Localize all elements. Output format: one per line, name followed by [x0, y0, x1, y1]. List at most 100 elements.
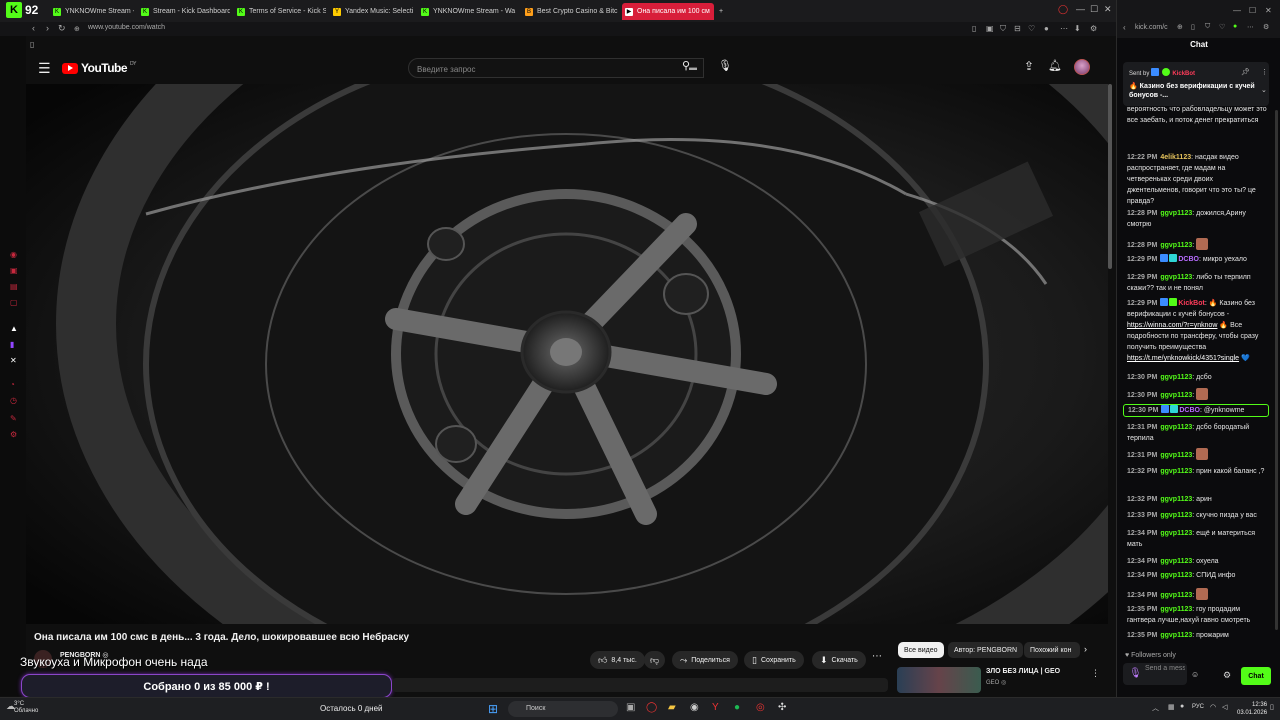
maximize-button[interactable]: ☐	[1090, 4, 1098, 15]
tray-app-icon[interactable]: ●	[1180, 703, 1184, 710]
chat-message[interactable]: 12:29 PM DCBO: микро уехало	[1127, 254, 1267, 265]
chat-message[interactable]: 12:34 PM ggvp1123:	[1127, 588, 1267, 601]
message-username[interactable]: ggvp1123	[1160, 468, 1192, 475]
browser-tab[interactable]: ▶ Она писала им 100 см	[622, 3, 714, 20]
pinned-message[interactable]: Sent by KickBot 📌︎ ⋮ 🔥 Казино без верифи…	[1123, 62, 1269, 106]
message-link[interactable]: https://winna.com/?r=ynknow	[1127, 322, 1217, 329]
message-username[interactable]: ggvp1123	[1160, 530, 1192, 537]
chat-message[interactable]: 12:32 PM ggvp1123: арин	[1127, 494, 1267, 505]
chat-message[interactable]: 12:34 PM ggvp1123: СПИД инфо	[1127, 570, 1267, 581]
message-username[interactable]: ggvp1123	[1160, 392, 1192, 399]
browser-tab[interactable]: B Best Crypto Casino & Bitc	[522, 3, 618, 20]
video-player[interactable]	[26, 84, 1108, 624]
forward-icon[interactable]: ›	[46, 23, 49, 33]
opera-icon[interactable]: ◯	[646, 702, 657, 713]
chat-message[interactable]: 12:29 PM KickBot: 🔥 Казино без верификаци…	[1127, 298, 1267, 364]
sidebar-radio-icon[interactable]: ◉	[10, 250, 17, 259]
sidebar-bag-icon[interactable]: ▣	[10, 266, 18, 275]
sidebar-chat-icon[interactable]: ▢	[10, 298, 18, 307]
chat-message-input[interactable]	[1145, 665, 1185, 672]
sidebar-clock-icon[interactable]: ◷	[10, 396, 17, 405]
tray-expand-icon[interactable]: ︿	[1152, 703, 1159, 713]
chat-minimize-button[interactable]: —	[1233, 6, 1241, 15]
sidebar-puzzle-icon[interactable]: ✎	[10, 414, 17, 423]
chat-zoom-icon[interactable]: ⊕	[1177, 23, 1183, 31]
chevron-down-icon[interactable]: ⌄	[1261, 86, 1267, 94]
message-username[interactable]: ggvp1123	[1160, 606, 1192, 613]
more-actions-icon[interactable]: ⋯	[872, 651, 882, 662]
dislike-button[interactable]: 👎︎	[644, 651, 666, 669]
menu-icon[interactable]: ⋯	[1060, 24, 1068, 33]
reload-icon[interactable]: ↻	[58, 23, 66, 34]
notifications-icon[interactable]: ▯	[1270, 703, 1274, 711]
chips-next-icon[interactable]: ›	[1084, 644, 1087, 654]
system-clock[interactable]: 12:36 03.01.2026	[1237, 701, 1267, 717]
chat-message[interactable]: 12:22 PM 4elik1123: насдак видео распрост…	[1127, 152, 1267, 207]
tray-network-icon[interactable]: ▦	[1168, 703, 1175, 711]
download-icon[interactable]: ⬇	[1074, 24, 1081, 33]
windows-start-icon[interactable]: ⊞	[488, 702, 498, 716]
lock-icon[interactable]: ▣	[986, 24, 994, 33]
taskbar-search[interactable]: Поиск	[508, 701, 618, 717]
browser-tab[interactable]: K YNKNOWme Stream - Wa	[50, 3, 134, 20]
search-icon[interactable]: ⚲	[682, 59, 690, 72]
browser-app-icon[interactable]: ◎	[756, 702, 765, 713]
chat-settings-gear-icon[interactable]: ⚙	[1223, 670, 1231, 681]
chat-close-button[interactable]: ✕	[1265, 6, 1272, 15]
yandex-icon[interactable]: Y	[712, 702, 719, 713]
message-username[interactable]: DCBO	[1178, 256, 1199, 263]
url-text[interactable]: www.youtube.com/watch	[88, 24, 165, 31]
chip-author[interactable]: Автор: PENGBORN	[948, 642, 1024, 658]
hamburger-menu-icon[interactable]: ☰	[38, 60, 51, 77]
message-username[interactable]: ggvp1123	[1160, 512, 1192, 519]
message-username[interactable]: 4elik1123	[1160, 154, 1191, 161]
chat-message[interactable]: 12:30 PM ggvp1123: дсбо	[1127, 372, 1267, 383]
chat-maximize-button[interactable]: ☐	[1249, 6, 1256, 15]
app-icon[interactable]: ✣	[778, 702, 786, 713]
chat-message[interactable]: 12:29 PM ggvp1123: либо ты терпилп скажи?…	[1127, 272, 1267, 294]
emote-picker-icon[interactable]: ☺	[1191, 670, 1199, 679]
notifications-bell-icon[interactable]: 🔔︎	[1048, 59, 1062, 72]
download-button[interactable]: ⬇ Скачать	[812, 651, 866, 669]
obs-icon[interactable]: ◉	[690, 702, 699, 713]
chip-all-videos[interactable]: Все видео	[898, 642, 944, 658]
profile-icon[interactable]: ●	[1044, 24, 1049, 33]
message-username[interactable]: ggvp1123	[1160, 558, 1192, 565]
page-icon[interactable]: ▯	[30, 40, 34, 49]
folder-icon[interactable]: ▰	[668, 702, 676, 713]
message-username[interactable]: ggvp1123	[1160, 210, 1192, 217]
language-indicator[interactable]: РУС	[1192, 704, 1204, 710]
bookmark-icon[interactable]: ▯	[972, 24, 976, 33]
message-username[interactable]: ggvp1123	[1160, 632, 1192, 639]
chat-message[interactable]: 12:34 PM ggvp1123: ещё и материться мать	[1127, 528, 1267, 550]
message-username[interactable]: KickBot	[1178, 300, 1204, 307]
chat-ext-icon[interactable]: ●	[1233, 23, 1237, 30]
sidebar-mail-icon[interactable]: ▤	[10, 282, 18, 291]
chat-message-list[interactable]: вероятность что рабовладельцу может это …	[1123, 104, 1271, 646]
save-button[interactable]: ▯ Сохранить	[744, 651, 804, 669]
extensions-icon[interactable]: ⊟	[1014, 24, 1021, 33]
sidebar-gear-icon[interactable]: ⚙	[10, 430, 17, 439]
kick-app-badge[interactable]: K 92	[6, 2, 38, 18]
sidebar-twitch-icon[interactable]: ▮	[10, 340, 14, 349]
chat-heart-icon[interactable]: ♡	[1219, 23, 1225, 31]
related-video-title[interactable]: ЗЛО БЕЗ ЛИЦА | GEO	[986, 668, 1060, 675]
message-username[interactable]: ggvp1123	[1160, 424, 1192, 431]
search-input[interactable]	[417, 65, 647, 74]
voice-search-icon[interactable]: 🎙︎	[718, 59, 732, 72]
chat-message[interactable]: 12:28 PM ggvp1123: дожился,Арину смотрю	[1127, 208, 1267, 230]
task-view-icon[interactable]: ▣	[626, 702, 635, 713]
chat-message[interactable]: 12:35 PM ggvp1123: гоу продадим гантвера …	[1127, 604, 1267, 626]
browser-tab[interactable]: K Stream - Kick Dashboard	[138, 3, 230, 20]
browser-tab[interactable]: K YNKNOWme Stream - Wa	[418, 3, 518, 20]
sidebar-triangle-icon[interactable]: ▲	[10, 324, 18, 333]
keyboard-icon[interactable]: ▬	[689, 63, 697, 72]
pin-icon[interactable]: 📌︎	[1241, 68, 1250, 76]
chat-scrollbar[interactable]	[1275, 110, 1278, 630]
sidebar-x-icon[interactable]: ✕	[10, 356, 17, 365]
message-username[interactable]: ggvp1123	[1160, 496, 1192, 503]
message-username[interactable]: ggvp1123	[1160, 572, 1192, 579]
chat-settings-icon[interactable]: ⚙	[1263, 23, 1269, 31]
message-username[interactable]: ggvp1123	[1160, 274, 1192, 281]
settings-icon[interactable]: ⚙	[1090, 24, 1097, 33]
